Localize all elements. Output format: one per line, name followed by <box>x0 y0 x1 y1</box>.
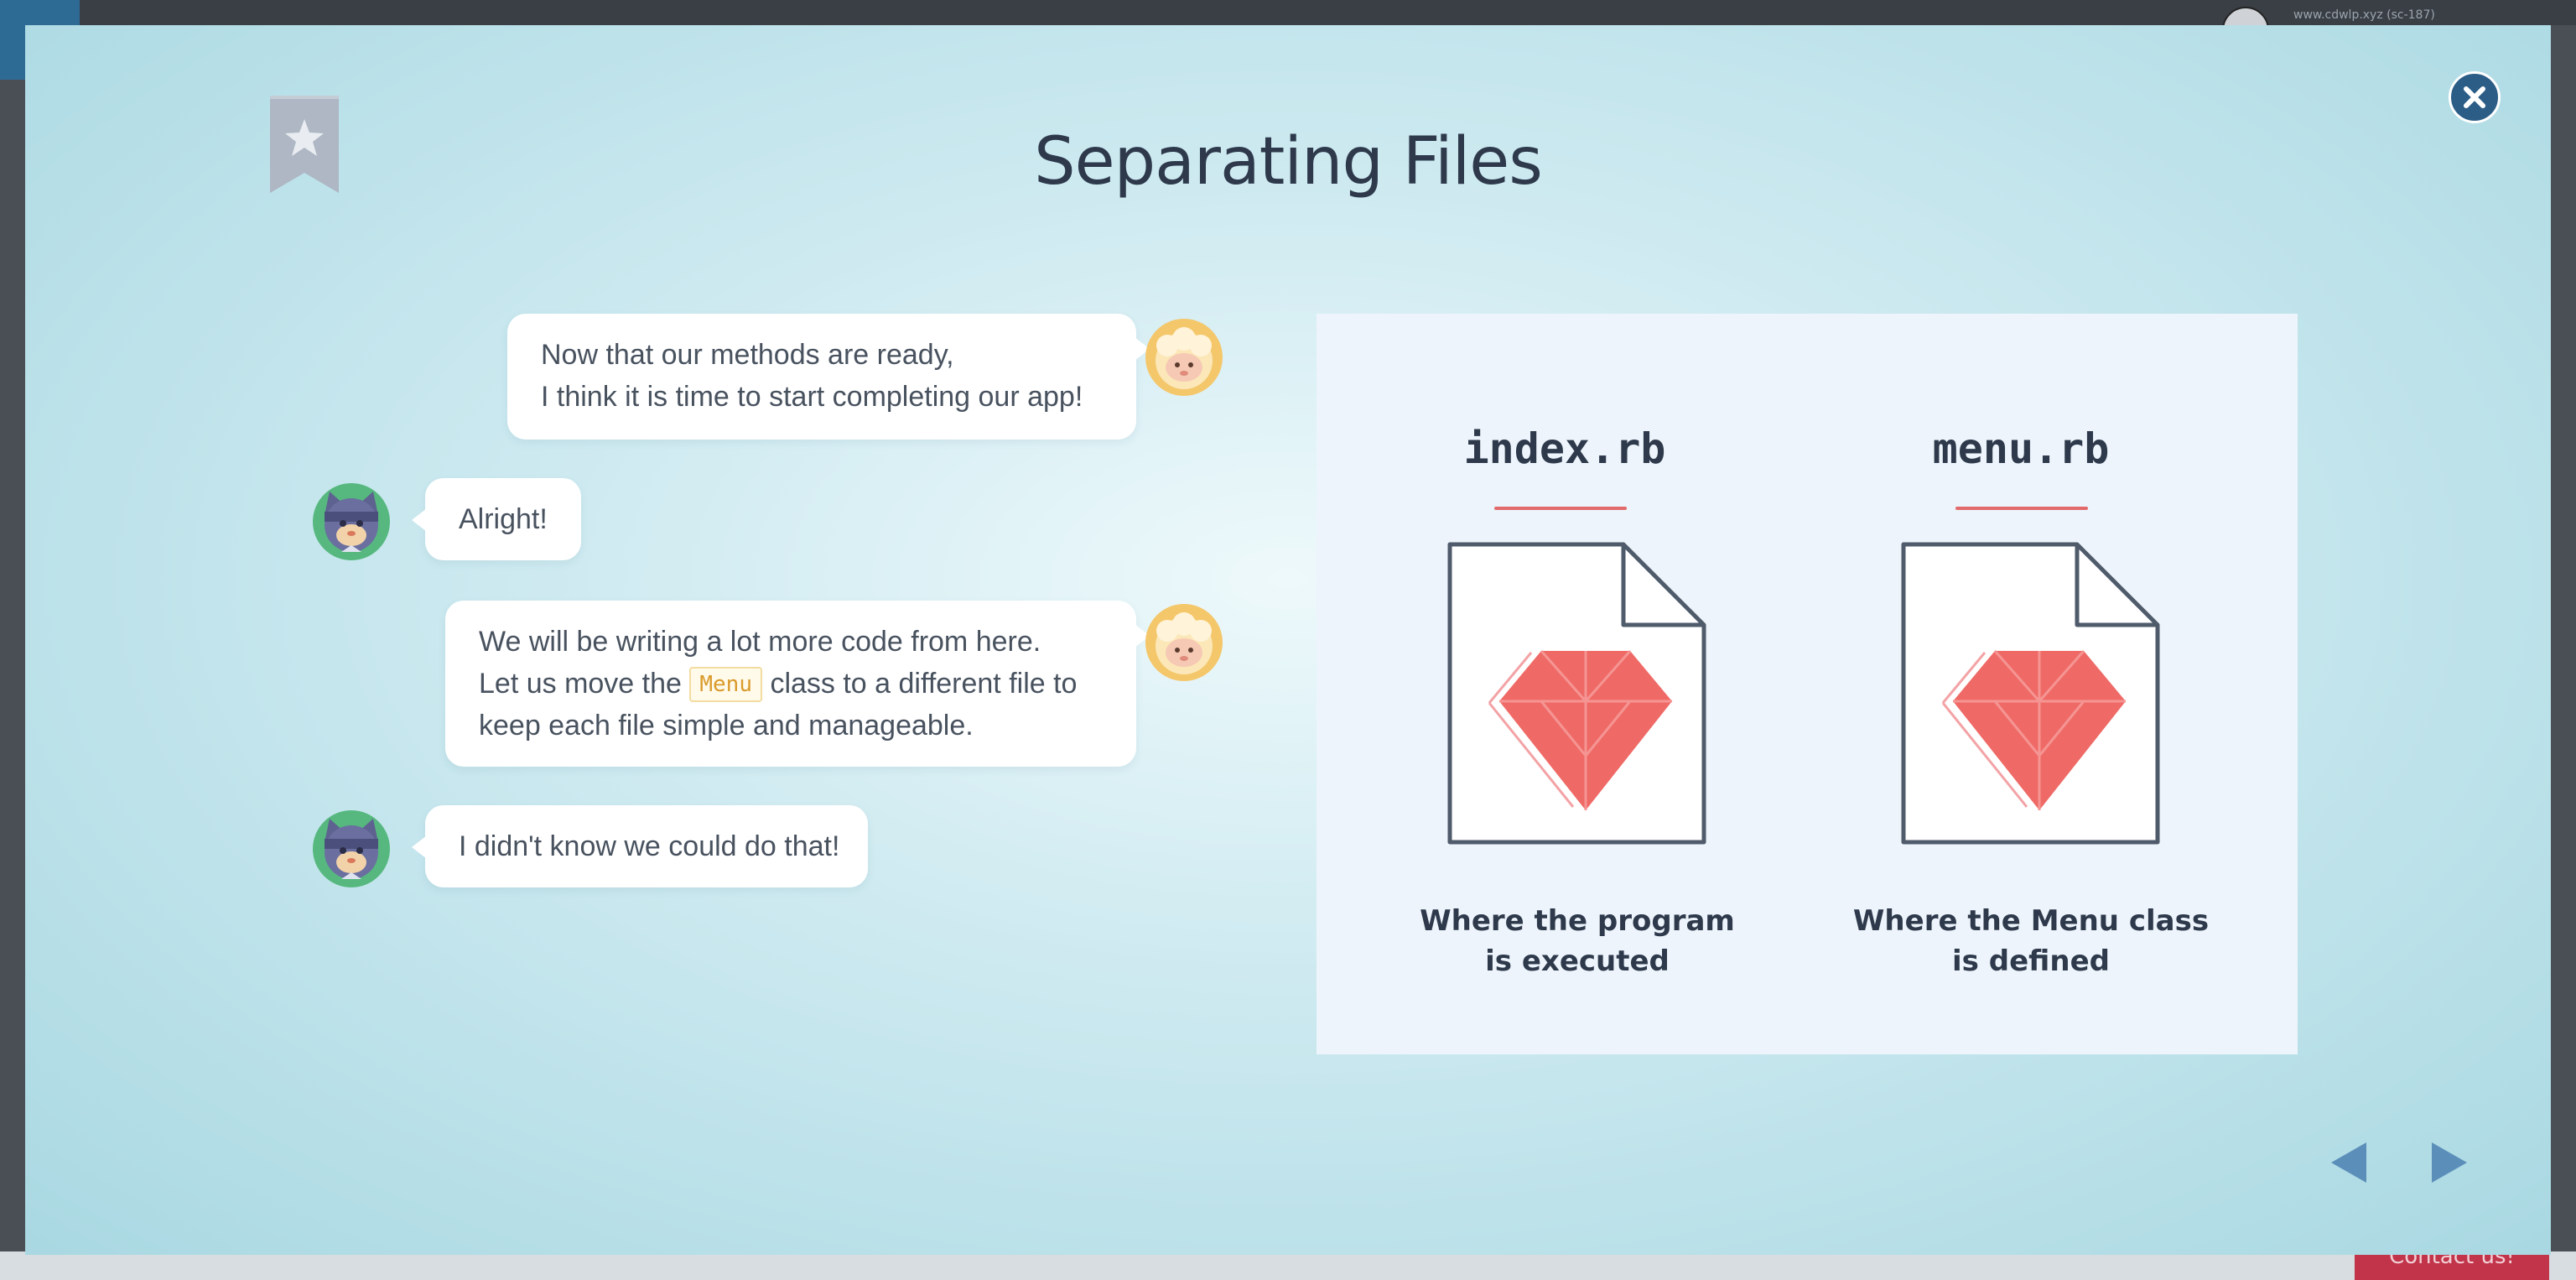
document-icon <box>1901 542 2160 845</box>
caption-text: is defined <box>1952 944 2110 978</box>
message-text: class to a different file to <box>770 668 1078 700</box>
caption-text: is executed <box>1485 944 1670 978</box>
close-button[interactable] <box>2449 71 2501 123</box>
message-text: Alright! <box>459 503 548 535</box>
file-card-index <box>1447 542 1707 846</box>
chat-message-1: Now that our methods are ready, I think … <box>507 314 1150 440</box>
caption-text: Where the program <box>1420 904 1735 938</box>
document-icon <box>1447 542 1706 845</box>
message-text: keep each file simple and manageable. <box>479 710 974 741</box>
chat-message-3: We will be writing a lot more code from … <box>445 601 1150 767</box>
lesson-title: Separating Files <box>1034 124 1543 200</box>
next-slide-button[interactable] <box>2430 1139 2470 1189</box>
file-title-menu: menu.rb <box>1932 424 2110 473</box>
triangle-right-icon <box>2432 1142 2467 1183</box>
caption-text: Where the Menu class <box>1852 904 2210 938</box>
ninja-cat-avatar <box>313 483 390 560</box>
code-tag: Menu <box>689 667 762 702</box>
chat-message-2: Alright! <box>412 478 581 560</box>
message-text: We will be writing a lot more code from … <box>479 626 1041 658</box>
message-text: I didn't know we could do that! <box>459 830 840 862</box>
file-title-index: index.rb <box>1463 424 1666 473</box>
illustration-panel: index.rb Where the program is executed m… <box>1317 314 2298 1054</box>
triangle-left-icon <box>2331 1142 2366 1183</box>
message-text: I think it is time to start completing o… <box>541 381 1083 413</box>
file-card-menu <box>1901 542 2161 846</box>
sheep-avatar <box>1145 319 1223 396</box>
message-line: Let us move the Menu class to a differen… <box>479 663 1101 705</box>
message-text: Now that our methods are ready, <box>541 339 954 371</box>
message-text: Let us move the <box>479 668 682 700</box>
title-underline <box>1494 507 1627 510</box>
background-top-text: www.cdwlp.xyz (sc-187) <box>2293 8 2435 22</box>
background-top-bar <box>0 0 2576 25</box>
ninja-cat-avatar <box>313 810 390 887</box>
title-underline <box>1955 507 2088 510</box>
chat-message-4: I didn't know we could do that! <box>412 805 868 887</box>
file-caption-menu: Where the Menu class is defined <box>1838 901 2224 981</box>
close-icon <box>2464 86 2485 108</box>
file-caption-index: Where the program is executed <box>1384 901 1770 981</box>
background-bottom-bar <box>0 1251 2576 1280</box>
sheep-avatar <box>1145 604 1223 681</box>
previous-slide-button[interactable] <box>2328 1139 2368 1189</box>
lesson-modal: Separating Files Now that our methods ar… <box>25 25 2551 1255</box>
